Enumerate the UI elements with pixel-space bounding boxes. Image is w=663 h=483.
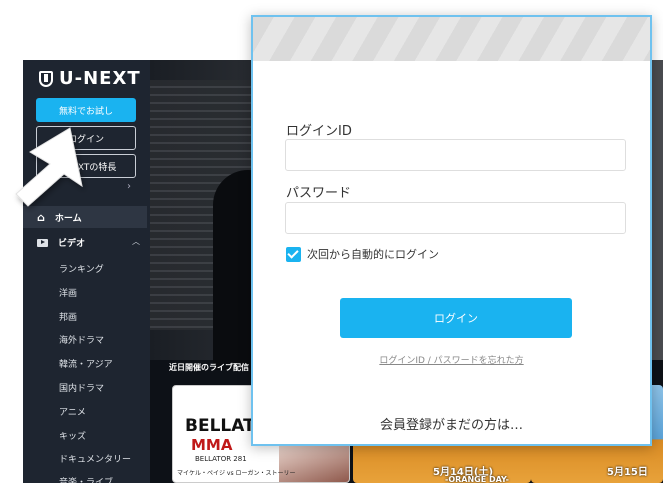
brand-name: U-NEXT [59,68,141,89]
card-fight: マイケル・ペイジ vs ローガン・ストーリー [177,470,296,477]
sidebar-subitem-kids[interactable]: キッズ [59,429,86,442]
login-id-input[interactable] [285,139,626,171]
sidebar-subitem-japanese-movies[interactable]: 邦画 [59,310,77,323]
login-id-label: ログインID [286,124,352,139]
auto-login-label: 次回から自動的にログイン [307,248,439,261]
video-icon [37,238,48,247]
sidebar-subitem-foreign-drama[interactable]: 海外ドラマ [59,333,104,346]
sidebar-subitem-korean-asian[interactable]: 韓流・アジア [59,357,113,370]
login-submit-button[interactable]: ログイン [340,298,572,338]
shield-logo-icon [39,70,53,87]
section-title: 近日開催のライブ配信 [169,363,249,372]
sidebar-subitem-ranking[interactable]: ランキング [59,262,104,275]
card-tag: -ORANGE DAY- [445,475,509,483]
password-label: パスワード [286,186,352,201]
sidebar-item-video[interactable]: ビデオ [37,236,141,249]
checkbox-checked-icon[interactable] [286,246,301,262]
auto-login-checkbox[interactable]: 次回から自動的にログイン [286,246,439,262]
sidebar-subitem-western-movies[interactable]: 洋画 [59,286,77,299]
sidebar-item-label: ビデオ [58,239,86,249]
unext-logo[interactable]: U-NEXT [39,68,141,89]
register-prompt: 会員登録がまだの方は… [379,418,523,433]
chevron-right-icon[interactable]: › [127,181,131,192]
sidebar-subitem-music-live[interactable]: 音楽・ライブ [59,475,113,483]
sidebar-subitem-anime[interactable]: アニメ [59,405,86,418]
login-modal: ログインID パスワード 次回から自動的にログイン ログイン ログインID / … [251,15,652,446]
password-input[interactable] [285,202,626,234]
pointer-cursor-icon [15,127,83,207]
modal-header-banner [253,17,650,61]
sidebar-subitem-domestic-drama[interactable]: 国内ドラマ [59,381,104,394]
forgot-credentials-link[interactable]: ログインID / パスワードを忘れた方 [253,353,650,366]
card-date: 5月15日 [607,467,648,478]
sidebar-subitem-documentary[interactable]: ドキュメンタリー [59,452,131,465]
card-event: BELLATOR 281 [195,455,247,463]
card-subtitle: MMA [191,436,233,454]
chevron-up-icon[interactable]: ︿ [132,236,140,247]
